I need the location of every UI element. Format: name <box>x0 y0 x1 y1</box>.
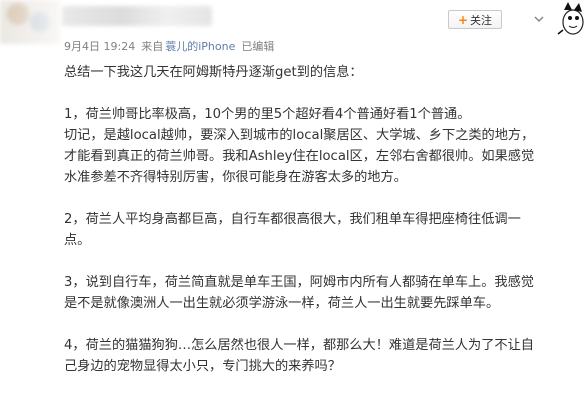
username[interactable] <box>62 6 212 26</box>
paragraph-3-line: 3，说到自行车，荷兰简直就是单车王国，阿姆市内所有人都骑在单车上。我感觉 <box>64 275 534 290</box>
paragraph-2-line: 2，荷兰人平均身高都巨高，自行车都很高很大，我们租单车得把座椅往低调一 <box>64 212 521 227</box>
source-prefix: 来自 <box>141 40 164 53</box>
paragraph-3-line: 是不是就像澳洲人一出生就必须学游泳一样，荷兰人一出生就要先踩单车。 <box>64 296 500 311</box>
follow-label: 关注 <box>470 13 493 27</box>
paragraph-1-line: 1，荷兰帅哥比率极高，10个男的里5个超好看4个普通好看1个普通。 <box>64 107 471 122</box>
post-meta: 9月4日 19:24 来自 蓑儿的iPhone 已编辑 <box>64 38 274 54</box>
paragraph-1-line: 切记，是越local越帅，要深入到城市的local聚居区、大学城、乡下之类的地方… <box>64 128 535 143</box>
post-intro: 总结一下我这几天在阿姆斯特丹逐渐get到的信息： <box>64 65 363 80</box>
follow-button[interactable]: + 关注 <box>448 10 502 29</box>
paragraph-1-line: 水准参差不齐得特别厉害，你很可能身在游客太多的地方。 <box>64 170 407 185</box>
weibo-post: + 关注 9月4日 19:24 来自 蓑儿的iPhone 已编辑 总结一下我这几… <box>0 0 584 413</box>
paragraph-2-line: 点。 <box>64 233 91 248</box>
mascot-icon <box>546 0 584 36</box>
post-content: 总结一下我这几天在阿姆斯特丹逐渐get到的信息： 1，荷兰帅哥比率极高，10个男… <box>64 62 576 377</box>
chevron-down-icon[interactable] <box>534 14 544 24</box>
paragraph-1-line: 才能看到真正的荷兰帅哥。我和Ashley住在local区，左邻右舍都很帅。如果感… <box>64 149 535 164</box>
paragraph-4-line: 4，荷兰的猫猫狗狗…怎么居然也很人一样，都那么大！难道是荷兰人为了不让自 <box>64 338 534 353</box>
paragraph-4-line: 己身边的宠物显得太小只，专门挑大的来养吗？ <box>64 359 341 374</box>
avatar[interactable] <box>0 0 60 44</box>
post-time[interactable]: 9月4日 19:24 <box>64 38 135 54</box>
edited-label[interactable]: 已编辑 <box>241 38 274 54</box>
plus-icon: + <box>457 12 469 27</box>
source-device-link[interactable]: 蓑儿的iPhone <box>165 38 235 54</box>
